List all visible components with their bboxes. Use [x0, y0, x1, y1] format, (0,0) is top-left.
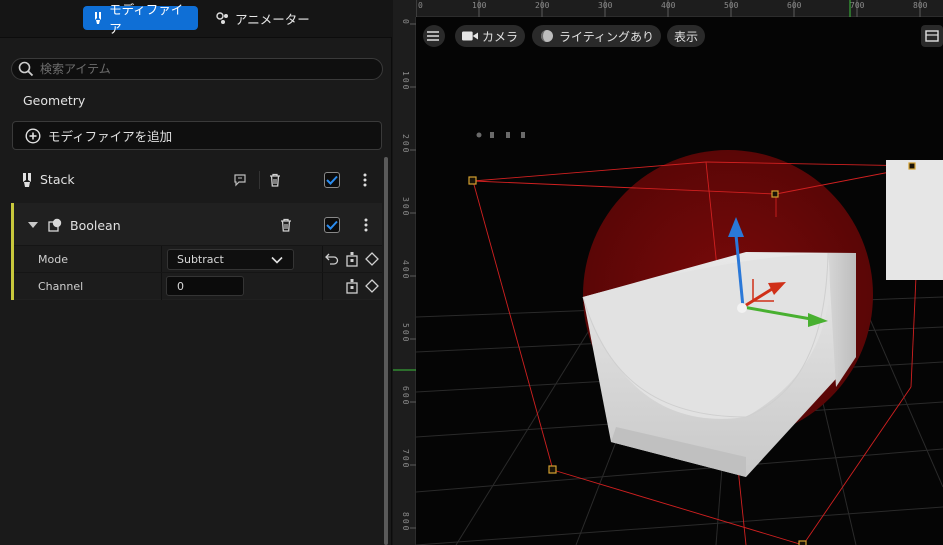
viewport[interactable]: 0 100 200 300 400 500 600 700 800 0 100 [393, 0, 943, 545]
keyframe-add-icon[interactable] [343, 277, 361, 295]
stack-enable-checkbox[interactable] [324, 172, 340, 188]
tab-modifier-label: モディファイア [109, 2, 184, 36]
boolean-header[interactable]: Boolean [14, 203, 382, 245]
modifier-icon [91, 11, 104, 25]
layout-icon [925, 30, 939, 42]
boolean-result-mesh [582, 252, 856, 477]
mode-select[interactable]: Subtract [167, 249, 294, 270]
menu-icon [426, 28, 440, 44]
divider [322, 273, 323, 300]
ruler-y-800: 800 [401, 512, 410, 533]
keyframe-icon[interactable] [363, 250, 381, 268]
ruler-y-200: 200 [401, 134, 410, 155]
trash-icon[interactable] [277, 216, 295, 234]
lighting-icon [539, 28, 555, 44]
boolean-modifier-card: Boolean Mode Subtract Channel 0 [11, 203, 382, 300]
ruler-vertical[interactable]: 0 100 200 300 400 500 600 700 800 [393, 0, 416, 545]
ruler-x-0: 0 [418, 1, 423, 10]
ruler-x-600: 600 [787, 1, 802, 10]
check-icon [326, 220, 338, 230]
ruler-x-100: 100 [472, 1, 487, 10]
panel-scrollbar[interactable] [384, 157, 388, 545]
keyframe-add-icon[interactable] [343, 250, 361, 268]
camera-label: カメラ [482, 29, 519, 44]
viewport-menu-button[interactable] [423, 25, 445, 47]
tab-modifier[interactable]: モディファイア [83, 2, 198, 36]
divider [161, 273, 162, 300]
ruler-x-800: 800 [913, 1, 928, 10]
ruler-y-300: 300 [401, 197, 410, 218]
ruler-x-400: 400 [661, 1, 676, 10]
animator-icon [216, 11, 230, 25]
add-modifier-button[interactable]: モディファイアを追加 [12, 121, 382, 150]
channel-value: 0 [177, 280, 184, 293]
reset-icon[interactable] [323, 250, 341, 268]
ruler-x-500: 500 [724, 1, 739, 10]
background-plane [886, 160, 943, 280]
show-label: 表示 [674, 29, 699, 44]
viewport-layout-button[interactable] [921, 25, 943, 47]
ruler-y-0: 0 [401, 19, 410, 24]
ruler-y-700: 700 [401, 449, 410, 470]
boolean-enable-checkbox[interactable] [324, 217, 340, 233]
check-icon [326, 175, 338, 185]
ruler-y-500: 500 [401, 323, 410, 344]
boolean-icon [46, 216, 64, 234]
prop-row-mode: Mode Subtract [14, 245, 382, 273]
lighting-button[interactable]: ライティングあり [532, 25, 662, 47]
keyframe-icon[interactable] [363, 277, 381, 295]
search-input[interactable] [40, 62, 360, 76]
lighting-label: ライティングあり [559, 29, 655, 44]
add-modifier-label: モディファイアを追加 [48, 129, 173, 144]
camera-icon [462, 28, 478, 44]
chevron-down-icon [271, 254, 283, 266]
more-icon[interactable] [357, 216, 375, 234]
ruler-horizontal[interactable]: 0 100 200 300 400 500 600 700 800 [393, 0, 943, 17]
divider [161, 246, 162, 273]
ruler-x-700: 700 [850, 1, 865, 10]
channel-label: Channel [38, 280, 84, 293]
divider [259, 171, 260, 189]
mode-label: Mode [38, 253, 68, 266]
chevron-down-icon[interactable] [24, 216, 42, 234]
show-button[interactable]: 表示 [667, 25, 706, 47]
comment-icon[interactable] [231, 171, 249, 189]
audio-meter-icon [476, 132, 525, 138]
tab-animator[interactable]: アニメーター [208, 6, 318, 30]
mode-value: Subtract [177, 253, 224, 266]
stack-icon [19, 172, 35, 188]
panel-tab-bar: モディファイア アニメーター [0, 0, 392, 38]
trash-icon[interactable] [266, 171, 284, 189]
boolean-label: Boolean [70, 218, 121, 233]
tab-animator-label: アニメーター [235, 11, 310, 27]
add-circle-icon [25, 127, 41, 144]
modifier-panel: モディファイア アニメーター Geometry モディファイアを追加 Stack [0, 0, 392, 545]
ruler-x-300: 300 [598, 1, 613, 10]
viewport-scene[interactable] [415, 17, 943, 545]
search-box[interactable] [11, 58, 383, 80]
ruler-x-200: 200 [535, 1, 550, 10]
ruler-y-400: 400 [401, 260, 410, 281]
more-icon[interactable] [356, 171, 374, 189]
stack-label: Stack [40, 172, 75, 187]
stack-row[interactable]: Stack [5, 163, 382, 197]
ruler-y-600: 600 [401, 386, 410, 407]
search-icon [18, 61, 34, 77]
ruler-y-100: 100 [401, 71, 410, 92]
section-title-geometry: Geometry [23, 93, 86, 108]
camera-button[interactable]: カメラ [455, 25, 526, 47]
channel-input[interactable]: 0 [166, 276, 244, 296]
prop-row-channel: Channel 0 [14, 272, 382, 300]
ruler-corner [393, 0, 416, 17]
